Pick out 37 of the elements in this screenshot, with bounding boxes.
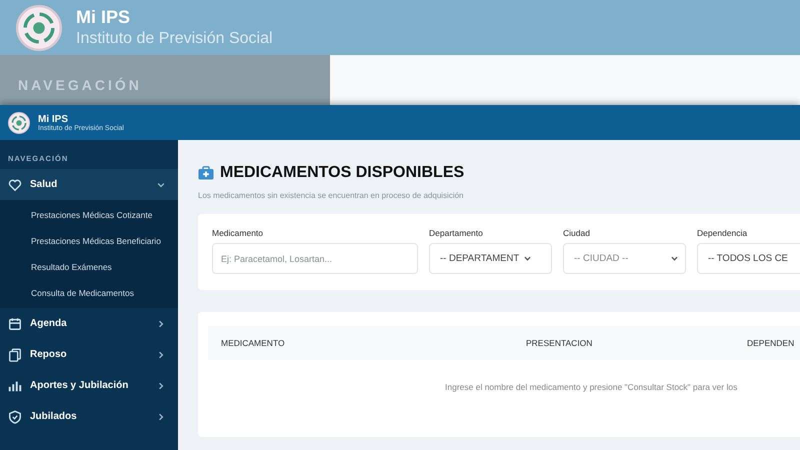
medical-kit-icon: [198, 166, 214, 180]
submenu-item[interactable]: Consulta de Medicamentos: [0, 280, 179, 306]
submenu-item[interactable]: Prestaciones Médicas Cotizante: [0, 202, 179, 228]
nav-item[interactable]: Reposo: [0, 339, 178, 370]
column-header: PRESENTACION: [525, 338, 594, 348]
caret-icon: [670, 254, 679, 263]
field-label: Dependencia: [697, 228, 748, 238]
documents-icon: [8, 348, 22, 362]
medicine-search-field[interactable]: Ej: Paracetamol, Losartan...: [212, 243, 418, 274]
heart-icon: [8, 178, 22, 192]
field-label: Medicamento: [212, 228, 264, 238]
nav-heading: NAVEGACIÓN: [18, 77, 142, 93]
dropdown[interactable]: -- CIUDAD --: [563, 243, 686, 274]
nav-item[interactable]: Salud: [0, 169, 178, 200]
submenu-item[interactable]: Prestaciones Médicas Beneficiario: [0, 228, 179, 254]
dropdown[interactable]: -- DEPARTAMENT: [429, 243, 552, 274]
field-label: Departamento: [429, 228, 484, 238]
empty-message: Ingrese el nombre del medicamento y presione "Consultar Stock" para ver los: [444, 381, 738, 392]
field-label: Ciudad: [563, 228, 591, 238]
bar-chart-icon: [8, 378, 22, 392]
logo-icon: [8, 112, 30, 134]
column-header: DEPENDEN: [747, 338, 796, 348]
caret-icon: [523, 254, 532, 263]
logo-icon: [16, 4, 62, 50]
submenu-item[interactable]: Resultado Exámenes: [0, 254, 179, 280]
page-subtitle: Los medicamentos sin existencia se encuentran en proceso de adquisición: [198, 191, 464, 200]
page-title: MEDICAMENTOS DISPONIBLES: [220, 164, 464, 182]
column-header: MEDICAMENTO: [221, 338, 286, 348]
shield-icon: [8, 410, 22, 424]
nav-item[interactable]: Agenda: [0, 308, 178, 339]
dropdown[interactable]: -- TODOS LOS CE: [697, 243, 800, 274]
app-name: Mi IPS: [38, 114, 70, 124]
org-name: Instituto de Previsión Social: [76, 30, 273, 48]
app-name: Mi IPS: [76, 7, 132, 28]
calendar-icon: [8, 316, 22, 330]
nav-item[interactable]: Aportes y Jubilación: [0, 370, 178, 401]
nav-item[interactable]: Jubilados: [0, 401, 178, 432]
